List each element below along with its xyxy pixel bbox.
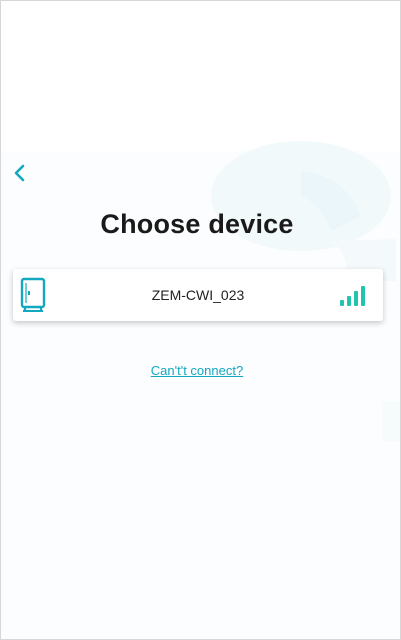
cant-connect-link[interactable]: Can't't connect? bbox=[1, 363, 393, 378]
page-title: Choose device bbox=[100, 209, 294, 239]
device-list-item[interactable]: ZEM-CWI_023 bbox=[13, 269, 383, 321]
wifi-signal-icon bbox=[340, 286, 365, 306]
device-name: ZEM-CWI_023 bbox=[151, 287, 245, 303]
back-button[interactable] bbox=[9, 159, 31, 187]
chevron-left-icon bbox=[14, 164, 25, 182]
choose-device-screen: Choose device ZEM-CWI_023 Can't't connec… bbox=[0, 0, 401, 640]
